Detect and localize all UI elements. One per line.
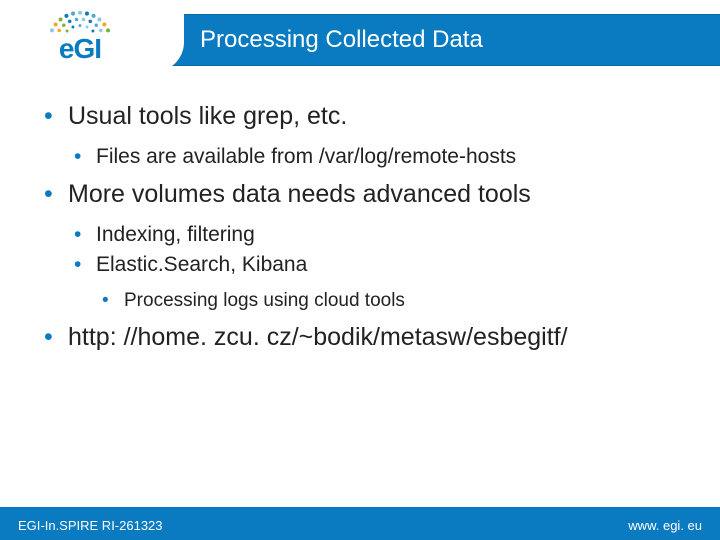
bullet-lvl2: Elastic.Search, Kibana Processing logs u… [68,250,680,315]
bullet-lvl2: Indexing, filtering [68,220,680,250]
slide-content: Usual tools like grep, etc. Files are av… [0,72,720,355]
bullet-text: Usual tools like grep, etc. [68,102,347,130]
bullet-text: Elastic.Search, Kibana [96,253,307,276]
slide-footer: EGI-In.SPIRE RI-261323 www. egi. eu [0,510,720,540]
bullet-text: Processing logs using cloud tools [124,290,405,311]
slide-header: eGI Processing Collected Data [0,0,720,72]
bullet-lvl3: Processing logs using cloud tools [96,287,680,316]
bullet-text: More volumes data needs advanced tools [68,180,531,208]
bullet-text: http: //home. zcu. cz/~bodik/metasw/esbe… [68,323,568,351]
bullet-lvl2: Files are available from /var/log/remote… [68,142,680,172]
bullet-lvl1: Usual tools like grep, etc. Files are av… [40,100,680,172]
footer-left: EGI-In.SPIRE RI-261323 [18,518,163,533]
footer-right: www. egi. eu [628,518,702,533]
bullet-lvl1: More volumes data needs advanced tools I… [40,178,680,315]
logo-area: eGI [0,0,160,72]
bullet-text: Indexing, filtering [96,223,255,246]
logo-dots-icon [25,7,135,35]
slide-title: Processing Collected Data [200,26,483,54]
bullet-text: Files are available from /var/log/remote… [96,145,516,168]
bullet-lvl1: http: //home. zcu. cz/~bodik/metasw/esbe… [40,321,680,355]
logo-text: eGI [59,33,101,65]
